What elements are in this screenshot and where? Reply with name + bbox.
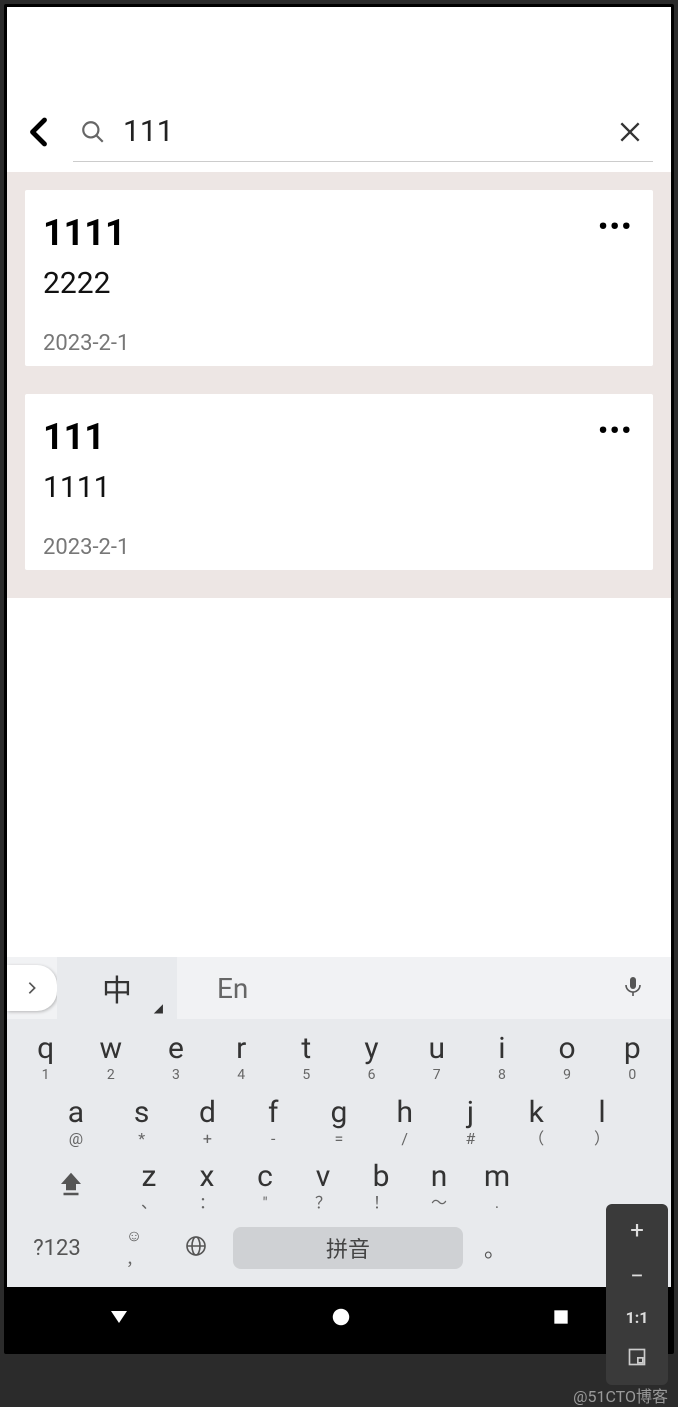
emulator-zoom-panel: + − 1:1 <box>606 1204 668 1385</box>
result-card[interactable]: ••• 111 1111 2023-2-1 <box>25 394 653 570</box>
key-g[interactable]: g= <box>311 1097 367 1147</box>
results-list: ••• 1111 2222 2023-2-1 ••• 111 1111 2023… <box>7 172 671 598</box>
search-input[interactable]: 111 <box>123 114 607 149</box>
chevron-left-icon <box>22 114 58 150</box>
period-key[interactable]: 。 <box>475 1232 515 1264</box>
dropdown-corner-icon: ◢ <box>154 1001 163 1015</box>
shift-key[interactable] <box>43 1169 99 1203</box>
key-h[interactable]: h/ <box>377 1097 433 1147</box>
key-u[interactable]: u7 <box>409 1033 465 1083</box>
key-k[interactable]: k（ <box>508 1097 564 1147</box>
key-z[interactable]: z、 <box>121 1161 177 1211</box>
key-j[interactable]: j# <box>442 1097 498 1147</box>
globe-icon <box>184 1234 208 1258</box>
device-frame: 111 ••• 1111 2222 2023-2-1 ••• 111 1111 … <box>4 4 674 1354</box>
shift-icon <box>56 1169 86 1199</box>
key-y[interactable]: y6 <box>344 1033 400 1083</box>
triangle-down-icon <box>107 1305 131 1329</box>
close-icon <box>617 119 643 145</box>
card-date: 2023-2-1 <box>43 331 635 356</box>
key-c[interactable]: c" <box>237 1161 293 1211</box>
keyboard-mode-cn[interactable]: 中 ◢ <box>57 957 177 1019</box>
search-box[interactable]: 111 <box>73 102 653 162</box>
keyboard-mode-en[interactable]: En <box>217 972 248 1005</box>
content-blank <box>7 598 671 957</box>
nav-recent-button[interactable] <box>551 1307 571 1331</box>
key-q[interactable]: q1 <box>18 1033 74 1083</box>
status-bar-space <box>7 7 671 92</box>
back-button[interactable] <box>17 109 63 155</box>
keyboard-expand-button[interactable] <box>7 965 57 1011</box>
key-p[interactable]: p0 <box>604 1033 660 1083</box>
key-e[interactable]: e3 <box>148 1033 204 1083</box>
zoom-reset-button[interactable]: 1:1 <box>626 1308 649 1327</box>
key-s[interactable]: s* <box>114 1097 170 1147</box>
card-more-button[interactable]: ••• <box>598 416 633 446</box>
language-key[interactable] <box>171 1234 221 1262</box>
circle-icon <box>330 1306 352 1328</box>
card-title: 1111 <box>43 212 635 254</box>
square-icon <box>551 1307 571 1327</box>
card-more-button[interactable]: ••• <box>598 212 633 242</box>
key-r[interactable]: r4 <box>213 1033 269 1083</box>
nav-home-button[interactable] <box>330 1306 352 1332</box>
mic-icon <box>621 974 645 998</box>
android-nav-bar <box>7 1287 671 1351</box>
soft-keyboard: 中 ◢ En q1 w2 e3 r4 t5 y6 u7 i8 o9 p0 a@ … <box>7 957 671 1287</box>
key-b[interactable]: b！ <box>353 1161 409 1211</box>
card-title: 111 <box>43 416 635 458</box>
key-l[interactable]: l） <box>574 1097 630 1147</box>
key-d[interactable]: d+ <box>179 1097 235 1147</box>
key-w[interactable]: w2 <box>83 1033 139 1083</box>
keyboard-mic-button[interactable] <box>621 974 645 1002</box>
result-card[interactable]: ••• 1111 2222 2023-2-1 <box>25 190 653 366</box>
search-icon <box>73 119 113 145</box>
key-f[interactable]: f- <box>245 1097 301 1147</box>
clear-search-button[interactable] <box>607 119 653 145</box>
symbols-toggle-key[interactable]: ?123 <box>17 1236 97 1261</box>
emoji-icon: ☺ <box>126 1226 142 1245</box>
keyboard-row-bottom: ?123 ☺ ， 拼音 。 <box>7 1211 671 1287</box>
spacebar-key[interactable]: 拼音 <box>233 1227 463 1269</box>
key-v[interactable]: v？ <box>295 1161 351 1211</box>
key-o[interactable]: o9 <box>539 1033 595 1083</box>
key-i[interactable]: i8 <box>474 1033 530 1083</box>
emoji-key[interactable]: ☺ ， <box>109 1226 159 1270</box>
search-header: 111 <box>7 92 671 172</box>
card-body: 1111 <box>43 470 635 505</box>
zoom-out-button[interactable]: − <box>630 1262 644 1290</box>
keyboard-row-2: a@ s* d+ f- g= h/ j# k（ l） <box>7 1083 671 1147</box>
key-t[interactable]: t5 <box>278 1033 334 1083</box>
key-a[interactable]: a@ <box>48 1097 104 1147</box>
keyboard-toolbar: 中 ◢ En <box>7 957 671 1019</box>
key-n[interactable]: n～ <box>411 1161 467 1211</box>
nav-back-button[interactable] <box>107 1305 131 1333</box>
keyboard-row-1: q1 w2 e3 r4 t5 y6 u7 i8 o9 p0 <box>7 1019 671 1083</box>
keyboard-row-3: z、 x： c" v？ b！ n～ m. <box>7 1147 671 1211</box>
zoom-in-button[interactable]: + <box>630 1216 644 1244</box>
chevron-right-icon <box>24 980 40 996</box>
fullscreen-icon <box>627 1347 647 1367</box>
key-m[interactable]: m. <box>469 1161 525 1211</box>
card-date: 2023-2-1 <box>43 535 635 560</box>
zoom-fit-button[interactable] <box>627 1345 647 1373</box>
card-body: 2222 <box>43 266 635 301</box>
watermark: @51CTO博客 <box>573 1383 668 1407</box>
key-x[interactable]: x： <box>179 1161 235 1211</box>
